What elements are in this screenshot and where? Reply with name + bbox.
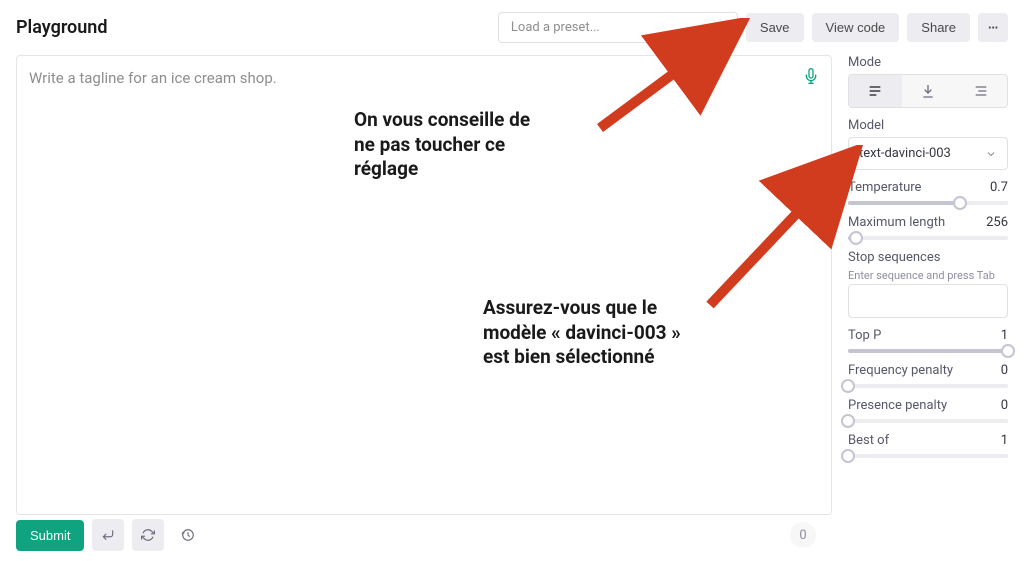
model-label: Model [848, 118, 1008, 133]
topp-label: Top P [848, 328, 881, 343]
microphone-icon[interactable] [803, 68, 819, 84]
page-title: Playground [16, 17, 490, 38]
topp-slider[interactable] [848, 349, 1008, 353]
ellipsis-icon: ··· [988, 20, 998, 35]
view-code-button[interactable]: View code [812, 13, 900, 42]
maxlength-param: Maximum length 256 [848, 215, 1008, 240]
complete-mode-icon [867, 83, 883, 99]
maxlength-value: 256 [986, 215, 1008, 230]
model-value: text-davinci-003 [859, 146, 951, 161]
topp-param: Top P 1 [848, 328, 1008, 353]
preset-select[interactable]: Load a preset... [498, 12, 738, 43]
mode-insert-button[interactable] [902, 75, 955, 107]
temperature-label: Temperature [848, 180, 921, 195]
prompt-editor[interactable]: Write a tagline for an ice cream shop. [16, 55, 832, 515]
chevron-down-icon [715, 22, 727, 34]
bestof-label: Best of [848, 433, 889, 448]
bestof-slider[interactable] [848, 454, 1008, 458]
stop-input[interactable] [848, 284, 1008, 318]
refresh-icon [141, 528, 155, 542]
prespen-value: 0 [1001, 398, 1008, 413]
bestof-param: Best of 1 [848, 433, 1008, 458]
undo-button[interactable] [92, 519, 124, 551]
settings-sidebar: Mode Model [848, 55, 1008, 515]
topp-value: 1 [1001, 328, 1008, 343]
stop-label: Stop sequences [848, 250, 1008, 265]
maxlength-label: Maximum length [848, 215, 945, 230]
temperature-param: Temperature 0.7 [848, 180, 1008, 205]
mode-complete-button[interactable] [849, 75, 902, 107]
insert-mode-icon [920, 83, 936, 99]
prespen-slider[interactable] [848, 419, 1008, 423]
history-icon [181, 528, 195, 542]
regenerate-button[interactable] [132, 519, 164, 551]
undo-icon [101, 528, 115, 542]
prespen-param: Presence penalty 0 [848, 398, 1008, 423]
model-select[interactable]: text-davinci-003 [848, 137, 1008, 170]
freqpen-param: Frequency penalty 0 [848, 363, 1008, 388]
freqpen-label: Frequency penalty [848, 363, 953, 378]
maxlength-slider[interactable] [848, 236, 1008, 240]
preset-placeholder: Load a preset... [511, 20, 600, 35]
chevron-down-icon [985, 148, 997, 160]
freqpen-slider[interactable] [848, 384, 1008, 388]
prespen-label: Presence penalty [848, 398, 947, 413]
freqpen-value: 0 [1001, 363, 1008, 378]
mode-toggle [848, 74, 1008, 108]
token-count: 0 [790, 522, 816, 548]
submit-button[interactable]: Submit [16, 520, 84, 551]
more-menu-button[interactable]: ··· [978, 13, 1008, 42]
stop-sequences-param: Stop sequences Enter sequence and press … [848, 250, 1008, 318]
temperature-slider[interactable] [848, 201, 1008, 205]
editor-placeholder: Write a tagline for an ice cream shop. [29, 69, 277, 87]
edit-mode-icon [973, 83, 989, 99]
mode-label: Mode [848, 55, 1008, 70]
share-button[interactable]: Share [907, 13, 970, 42]
save-button[interactable]: Save [746, 13, 804, 42]
temperature-value: 0.7 [990, 180, 1008, 195]
bestof-value: 1 [1001, 433, 1008, 448]
history-button[interactable] [172, 519, 204, 551]
stop-hint: Enter sequence and press Tab [848, 269, 1008, 282]
mode-edit-button[interactable] [954, 75, 1007, 107]
